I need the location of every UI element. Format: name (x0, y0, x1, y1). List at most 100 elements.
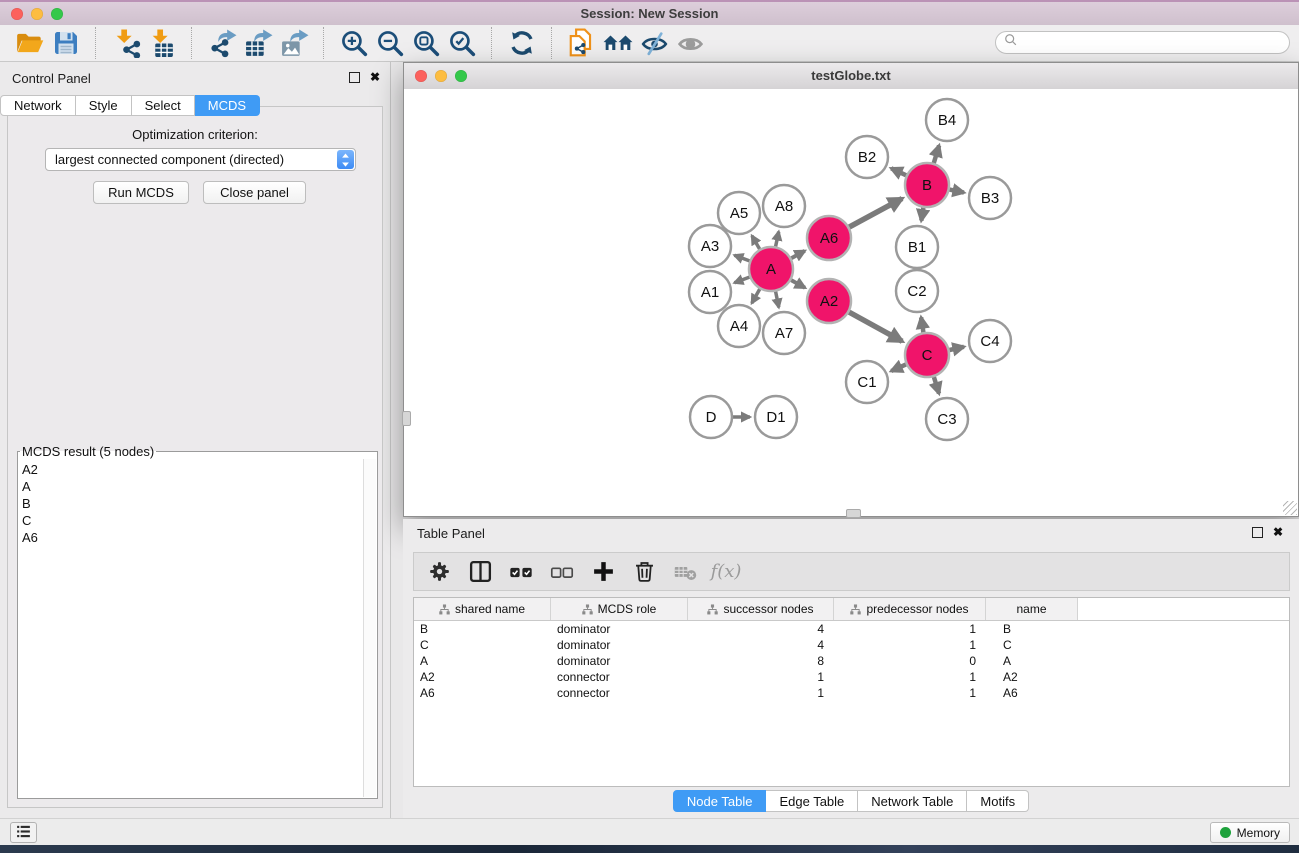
resize-grip[interactable] (1283, 501, 1297, 515)
mcds-result-item[interactable]: A2 (18, 461, 363, 478)
home-icon[interactable] (600, 27, 636, 59)
mcds-result-item[interactable]: C (18, 512, 363, 529)
graph-node-B2[interactable]: B2 (846, 136, 888, 178)
criterion-select[interactable]: largest connected component (directed) (45, 148, 356, 171)
network-canvas[interactable]: B4 B2 B B3 A8A5 A6 B1 A3 A A1 C2 A2 A4A7 C4 C C1 C3 D D1 (404, 89, 1298, 516)
refresh-layout-icon[interactable] (504, 27, 540, 59)
graph-node-C3[interactable]: C3 (926, 398, 968, 440)
tab-node-table[interactable]: Node Table (673, 790, 767, 812)
table-row[interactable]: A2connector11A2 (414, 669, 1289, 685)
tab-network-table[interactable]: Network Table (858, 790, 967, 812)
graph-node-B[interactable]: B (905, 163, 949, 207)
graph-edge-B-B2[interactable] (891, 168, 906, 175)
table-row[interactable]: Cdominator41C (414, 637, 1289, 653)
graph-edge-A-A4[interactable] (752, 289, 760, 303)
table-row[interactable]: Adominator80A (414, 653, 1289, 669)
function-icon[interactable]: f(x) (711, 557, 741, 587)
gear-icon[interactable] (424, 557, 454, 587)
tab-motifs[interactable]: Motifs (967, 790, 1029, 812)
close-panel-button[interactable]: ✖ (370, 71, 380, 83)
graph-edge-B-B4[interactable] (934, 146, 939, 164)
save-session-icon[interactable] (48, 27, 84, 59)
search-input[interactable] (1023, 35, 1289, 51)
duplicate-network-icon[interactable] (564, 27, 600, 59)
graph-edge-A-A1[interactable] (734, 277, 749, 283)
graph-edge-A-A8[interactable] (776, 232, 779, 247)
graph-node-D1[interactable]: D1 (755, 396, 797, 438)
table-row[interactable]: Bdominator41B (414, 621, 1289, 637)
graph-node-C[interactable]: C (905, 333, 949, 377)
tab-network[interactable]: Network (0, 95, 76, 116)
tab-mcds[interactable]: MCDS (195, 95, 260, 116)
left-resize-handle[interactable] (402, 411, 411, 426)
graph-edge-C-C3[interactable] (934, 377, 939, 394)
search-field[interactable] (995, 31, 1290, 54)
tab-edge-table[interactable]: Edge Table (766, 790, 858, 812)
export-table-icon[interactable] (240, 27, 276, 59)
graph-edge-C-C2[interactable] (921, 317, 923, 332)
graph-node-D[interactable]: D (690, 396, 732, 438)
graph-edge-A-A7[interactable] (776, 292, 779, 308)
column-header-successor-nodes[interactable]: successor nodes (688, 598, 834, 620)
deselect-all-icon[interactable] (547, 557, 577, 587)
export-network-icon[interactable] (204, 27, 240, 59)
close-table-panel-button[interactable]: ✖ (1273, 526, 1283, 538)
import-table-icon[interactable] (144, 27, 180, 59)
mcds-result-item[interactable]: A (18, 478, 363, 495)
graph-node-A[interactable]: A (749, 247, 793, 291)
tab-select[interactable]: Select (132, 95, 195, 116)
scrollbar[interactable] (363, 459, 376, 797)
task-history-button[interactable] (10, 822, 37, 843)
zoom-fit-icon[interactable] (408, 27, 444, 59)
graph-node-A6[interactable]: A6 (807, 216, 851, 260)
graph-node-C2[interactable]: C2 (896, 270, 938, 312)
graph-edge-A6-B[interactable] (849, 199, 902, 228)
column-header-shared-name[interactable]: shared name (414, 598, 551, 620)
graph-node-A8[interactable]: A8 (763, 185, 805, 227)
graph-edge-A2-C[interactable] (849, 312, 902, 341)
mcds-result-item[interactable]: B (18, 495, 363, 512)
show-graphics-icon[interactable] (672, 27, 708, 59)
bottom-resize-handle[interactable] (846, 509, 861, 518)
graph-edge-C-C4[interactable] (950, 347, 964, 350)
float-panel-button[interactable] (349, 72, 360, 83)
run-mcds-button[interactable]: Run MCDS (93, 181, 189, 204)
import-network-icon[interactable] (108, 27, 144, 59)
graph-edge-A-A3[interactable] (734, 255, 749, 261)
select-all-icon[interactable] (506, 557, 536, 587)
graph-node-A2[interactable]: A2 (807, 279, 851, 323)
hide-graphics-icon[interactable] (636, 27, 672, 59)
graph-edge-A-A5[interactable] (752, 236, 760, 249)
mcds-result-item[interactable]: A6 (18, 529, 363, 546)
graph-node-C4[interactable]: C4 (969, 320, 1011, 362)
column-header-predecessor-nodes[interactable]: predecessor nodes (834, 598, 986, 620)
columns-icon[interactable] (465, 557, 495, 587)
graph-node-A4[interactable]: A4 (718, 305, 760, 347)
graph-node-A1[interactable]: A1 (689, 271, 731, 313)
graph-node-B3[interactable]: B3 (969, 177, 1011, 219)
graph-node-B1[interactable]: B1 (896, 226, 938, 268)
zoom-out-icon[interactable] (372, 27, 408, 59)
graph-node-A3[interactable]: A3 (689, 225, 731, 267)
table-row[interactable]: A6connector11A6 (414, 685, 1289, 701)
zoom-in-icon[interactable] (336, 27, 372, 59)
tab-style[interactable]: Style (76, 95, 132, 116)
graph-edge-A-A6[interactable] (791, 251, 805, 258)
graph-node-B4[interactable]: B4 (926, 99, 968, 141)
add-column-icon[interactable] (588, 557, 618, 587)
column-header-name[interactable]: name (986, 598, 1078, 620)
open-file-icon[interactable] (12, 27, 48, 59)
graph-node-C1[interactable]: C1 (846, 361, 888, 403)
delete-table-icon[interactable] (670, 557, 700, 587)
memory-button[interactable]: Memory (1210, 822, 1290, 843)
column-header-MCDS-role[interactable]: MCDS role (551, 598, 688, 620)
graph-edge-B-B1[interactable] (921, 208, 923, 221)
graph-node-A7[interactable]: A7 (763, 312, 805, 354)
graph-edge-B-B3[interactable] (950, 190, 964, 193)
zoom-selected-icon[interactable] (444, 27, 480, 59)
export-image-icon[interactable] (276, 27, 312, 59)
delete-column-icon[interactable] (629, 557, 659, 587)
network-window-titlebar[interactable]: testGlobe.txt (404, 63, 1298, 90)
graph-node-A5[interactable]: A5 (718, 192, 760, 234)
graph-edge-A-A2[interactable] (791, 280, 805, 288)
